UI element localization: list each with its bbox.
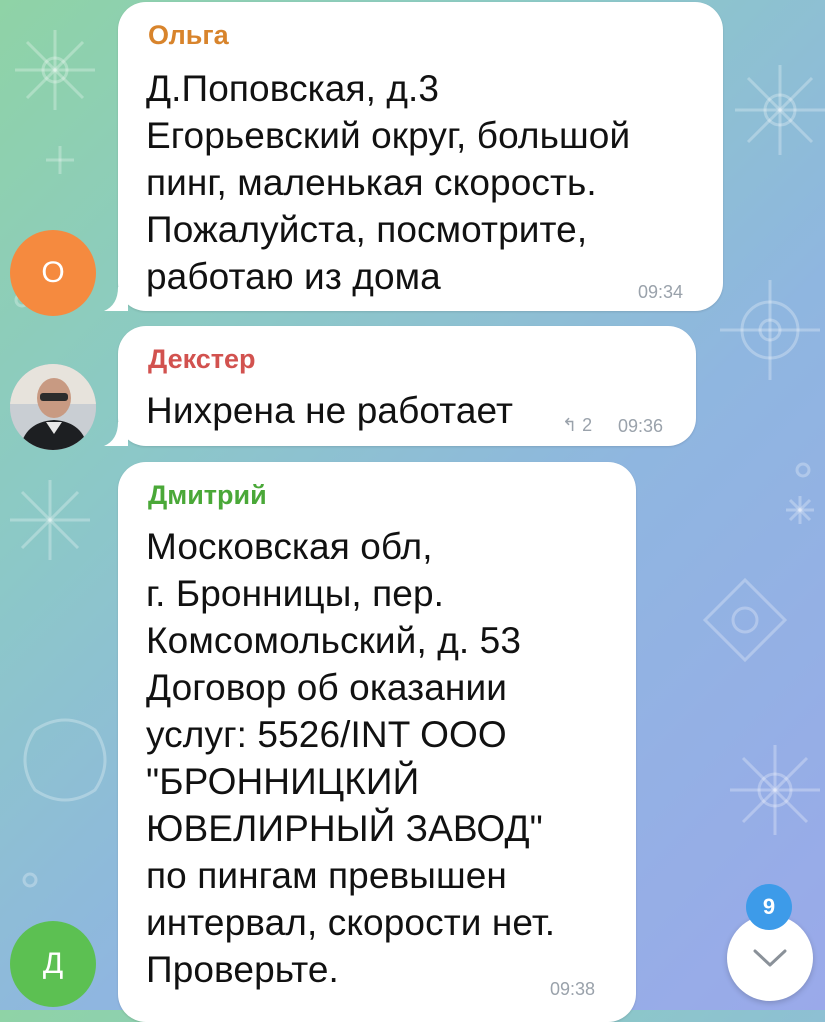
message-text: Д.Поповская, д.3 Егорьевский округ, боль… <box>146 68 631 297</box>
message-bubble-dexter[interactable]: Декстер Нихрена не работает ↰ 2 09:36 <box>104 326 696 446</box>
reply-count-value: 2 <box>582 415 593 435</box>
message-time: 09:36 <box>618 416 664 436</box>
avatar-dmitry[interactable]: Д <box>10 921 96 1007</box>
bubble-tail <box>104 287 128 311</box>
unread-count-badge[interactable]: 9 <box>746 884 792 930</box>
message-bubble-dmitry[interactable]: Дмитрий Московская обл, г. Бронницы, пер… <box>118 462 636 1022</box>
message-time: 09:34 <box>638 282 684 302</box>
message-text: Московская обл, г. Бронницы, пер. Комсом… <box>146 526 556 990</box>
avatar-olga[interactable]: О <box>10 230 96 316</box>
chevron-down-icon <box>753 949 787 967</box>
message-sender-name[interactable]: Дмитрий <box>148 480 267 511</box>
message-sender-name[interactable]: Ольга <box>148 20 229 51</box>
bubble-tail <box>104 422 128 446</box>
message-sender-name[interactable]: Декстер <box>148 344 256 375</box>
avatar-letter: О <box>41 256 65 289</box>
message-text: Нихрена не работает <box>146 390 514 431</box>
message-time: 09:38 <box>550 979 596 999</box>
user-photo-icon <box>10 364 96 450</box>
reply-arrow-icon: ↰ <box>562 415 578 435</box>
message-bubble-olga[interactable]: Ольга Д.Поповская, д.3 Егорьевский округ… <box>104 2 723 311</box>
avatar-letter: Д <box>42 947 64 980</box>
avatar-dexter[interactable] <box>10 364 96 450</box>
reply-count[interactable]: ↰ 2 <box>562 415 592 436</box>
